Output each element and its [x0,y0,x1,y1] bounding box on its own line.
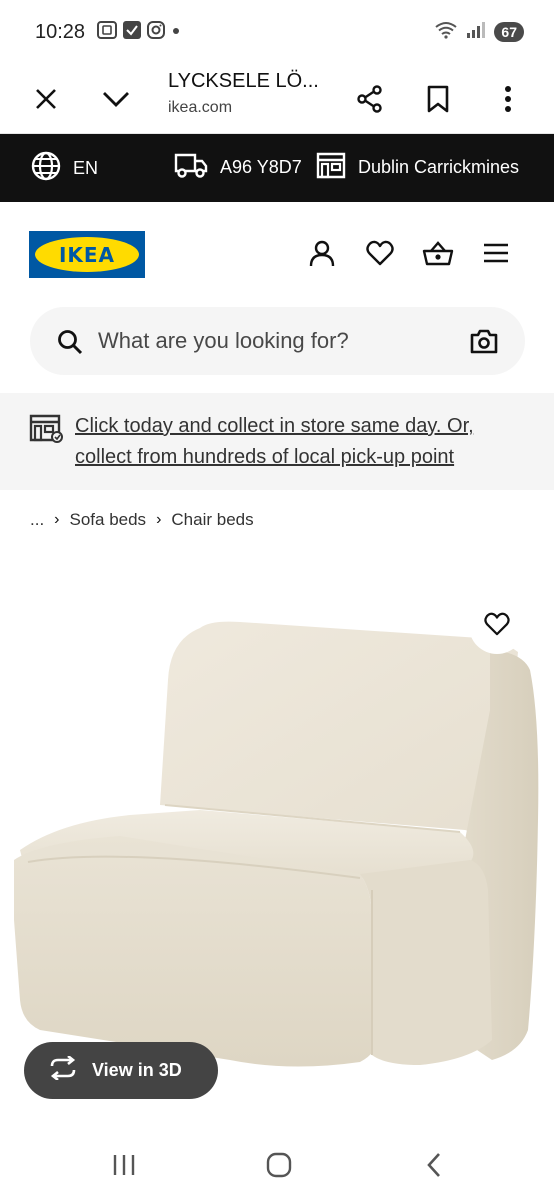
bookmark-icon[interactable] [418,79,458,119]
recent-apps-icon[interactable] [104,1148,144,1182]
signal-icon [466,21,486,44]
truck-icon [174,151,208,184]
store-pickup-icon [29,413,63,448]
add-to-favourites-button[interactable] [469,598,525,654]
heart-icon [484,612,510,641]
search-bar[interactable]: What are you looking for? [30,307,525,375]
language-label: EN [73,158,99,178]
basket-icon[interactable] [421,236,455,270]
more-vert-icon[interactable] [488,79,528,119]
breadcrumb-sofa-beds[interactable]: Sofa beds [70,510,147,530]
postcode-label: A96 Y8D7 [220,157,302,177]
rotate-3d-icon [48,1054,78,1085]
chevron-right-icon: › [156,511,162,528]
browser-page-title: LYCKSELE LÖ... [168,70,319,92]
chevron-right-icon: › [54,511,60,528]
language-selector[interactable]: EN [31,151,98,186]
home-icon[interactable] [259,1148,299,1182]
store-label: Dublin Carrickmines [358,157,520,177]
camera-icon[interactable] [470,328,498,359]
status-time: 10:28 [35,20,86,43]
postcode-selector[interactable]: A96 Y8D7 [174,151,302,184]
status-bar: 10:28 67 [0,0,554,64]
search-icon [57,329,83,360]
battery-indicator: 67 [494,22,524,42]
share-icon[interactable] [350,79,390,119]
menu-icon[interactable] [479,236,513,270]
store-icon [316,151,346,184]
globe-icon [31,151,61,186]
logo-text: IKEA [58,242,116,267]
breadcrumb-ellipsis[interactable]: ... [30,510,44,530]
browser-url: ikea.com [168,99,233,116]
site-header: IKEA [0,202,554,302]
status-notification-icons [97,20,181,44]
store-info-bar: EN A96 Y8D7 Dublin Carrickmines [0,134,554,202]
ikea-logo[interactable]: IKEA [29,231,145,278]
system-navigation-bar [0,1130,554,1200]
close-icon[interactable] [26,79,66,119]
breadcrumb: ... › Sofa beds › Chair beds [30,510,254,530]
view-in-3d-label: View in 3D [92,1060,182,1080]
status-system-icons: 67 [434,21,524,44]
click-collect-banner: Click today and collect in store same da… [0,393,554,490]
check-icon [123,20,142,44]
view-in-3d-button[interactable]: View in 3D [24,1042,218,1099]
heart-icon[interactable] [363,236,397,270]
screenshot-icon [97,20,118,44]
wifi-icon [434,21,458,44]
browser-toolbar: LYCKSELE LÖ... ikea.com [0,64,554,134]
instagram-icon [147,20,166,44]
chevron-down-icon[interactable] [96,79,136,119]
back-icon[interactable] [414,1148,454,1182]
dot-icon [171,23,181,41]
store-selector[interactable]: Dublin Carrickmines [316,151,519,184]
logo-oval: IKEA [35,237,139,272]
promo-link[interactable]: Click today and collect in store same da… [75,411,515,473]
account-icon[interactable] [305,236,339,270]
search-input[interactable]: What are you looking for? [98,328,349,354]
breadcrumb-chair-beds[interactable]: Chair beds [171,510,253,530]
